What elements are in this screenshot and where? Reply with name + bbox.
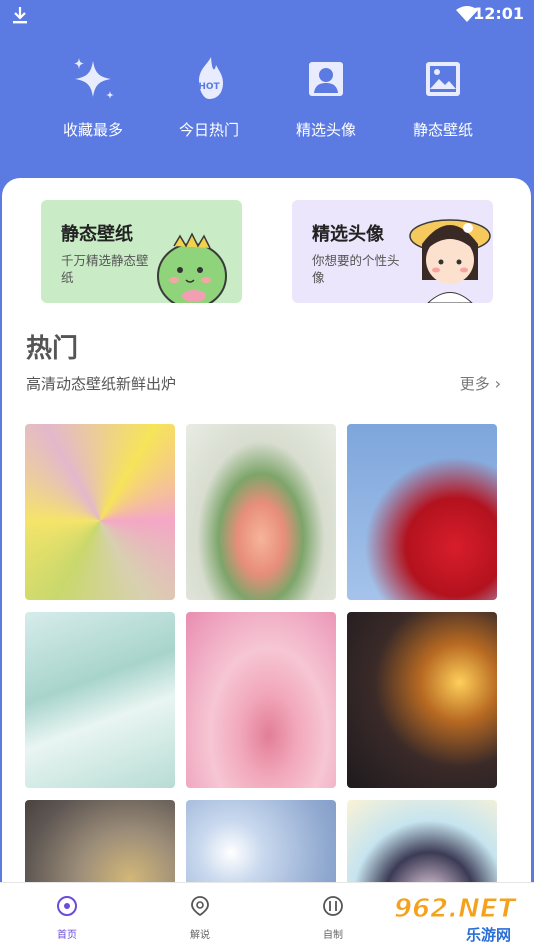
explain-icon	[191, 896, 209, 917]
nav-label: 静态壁纸	[412, 121, 473, 139]
wallpaper-thumb[interactable]	[347, 424, 497, 600]
top-nav: 收藏最多 HOT 今日热门 精选头像 静态壁纸	[0, 55, 534, 145]
watermark-subtext: 乐游网	[466, 926, 512, 944]
watermark-logo: 962.NET 乐游网	[393, 894, 530, 946]
nav-selected-avatars[interactable]: 精选头像	[271, 55, 381, 140]
nav-today-hot[interactable]: HOT 今日热门	[154, 55, 264, 140]
card-title: 精选头像	[312, 224, 384, 245]
tab-label: 自制	[323, 930, 343, 941]
tab-label: 首页	[57, 930, 77, 941]
card-title: 静态壁纸	[61, 224, 133, 245]
wallpaper-thumb[interactable]	[25, 424, 175, 600]
diy-icon	[323, 896, 343, 916]
wallpaper-thumb[interactable]	[186, 424, 336, 600]
home-icon	[57, 896, 77, 916]
sparkle-icon	[74, 58, 114, 99]
watermark-text: 962.NET	[393, 894, 516, 925]
tab-diy[interactable]: 自制	[293, 895, 373, 941]
girl-illustration	[409, 219, 491, 303]
tab-label: 解说	[190, 930, 210, 941]
download-icon	[13, 7, 27, 24]
status-time: 12:01	[473, 4, 524, 23]
tab-explain[interactable]: 解说	[160, 895, 240, 941]
section-subtitle: 高清动态壁纸新鲜出炉	[26, 375, 177, 393]
content-sheet: 静态壁纸 千万精选静态壁纸 精选头像 你想要的个性头像 热门 高清动态壁纸新鲜出…	[2, 178, 531, 949]
wallpaper-thumb[interactable]	[25, 612, 175, 788]
section-title: 热门	[26, 334, 79, 364]
more-label: 更多	[459, 375, 490, 393]
status-bar: 12:01	[0, 0, 534, 30]
nav-label: 精选头像	[295, 121, 356, 139]
hot-flame-icon: HOT	[198, 57, 223, 99]
nav-most-favorited[interactable]: 收藏最多	[38, 55, 148, 140]
chevron-right-icon: ›	[494, 374, 501, 393]
wallpaper-thumb[interactable]	[347, 612, 497, 788]
hot-icon-text: HOT	[198, 82, 220, 92]
card-static-wallpaper[interactable]: 静态壁纸 千万精选静态壁纸	[41, 200, 242, 303]
avatar-icon	[309, 62, 343, 96]
dinosaur-illustration	[157, 232, 227, 303]
nav-label: 收藏最多	[62, 121, 123, 139]
nav-label: 今日热门	[178, 121, 239, 139]
image-icon	[426, 62, 460, 96]
nav-static-wallpaper[interactable]: 静态壁纸	[388, 55, 498, 140]
tab-home[interactable]: 首页	[27, 895, 107, 941]
wallpaper-thumb[interactable]	[186, 612, 336, 788]
card-desc: 你想要的个性头像	[312, 253, 400, 285]
more-link[interactable]: 更多 ›	[460, 373, 501, 394]
card-desc: 千万精选静态壁纸	[61, 253, 149, 285]
card-selected-avatars[interactable]: 精选头像 你想要的个性头像	[292, 200, 493, 303]
